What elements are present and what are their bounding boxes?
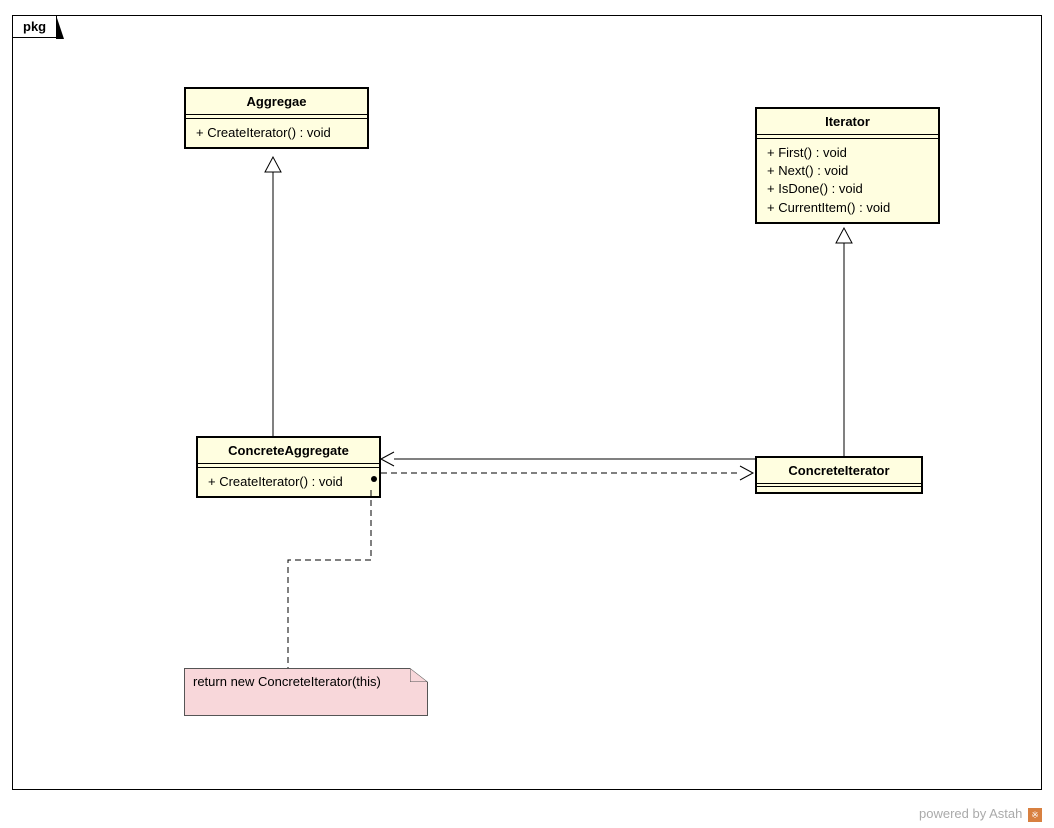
- watermark: powered by Astah ※: [919, 806, 1042, 822]
- method: + IsDone() : void: [767, 180, 928, 198]
- class-concrete-aggregate: ConcreteAggregate + CreateIterator() : v…: [196, 436, 381, 498]
- method: + CurrentItem() : void: [767, 199, 928, 217]
- watermark-text: powered by Astah: [919, 806, 1022, 821]
- astah-badge-icon: ※: [1028, 808, 1042, 822]
- class-methods: + First() : void + Next() : void + IsDon…: [757, 139, 938, 222]
- note: return new ConcreteIterator(this): [184, 668, 428, 716]
- class-title: Aggregae: [186, 89, 367, 115]
- method: + CreateIterator() : void: [196, 124, 357, 142]
- note-anchor-icon: [371, 476, 377, 482]
- method: + First() : void: [767, 144, 928, 162]
- class-concrete-iterator: ConcreteIterator: [755, 456, 923, 494]
- package-tab: pkg: [12, 15, 57, 38]
- class-title: ConcreteAggregate: [198, 438, 379, 464]
- class-title: Iterator: [757, 109, 938, 135]
- note-text: return new ConcreteIterator(this): [193, 674, 419, 689]
- method: + Next() : void: [767, 162, 928, 180]
- note-corner-cut: [410, 668, 428, 682]
- package-label: pkg: [23, 19, 46, 34]
- class-methods-section: [757, 487, 921, 492]
- class-methods: + CreateIterator() : void: [186, 119, 367, 147]
- class-methods: + CreateIterator() : void: [198, 468, 379, 496]
- class-aggregae: Aggregae + CreateIterator() : void: [184, 87, 369, 149]
- class-title: ConcreteIterator: [757, 458, 921, 484]
- class-iterator: Iterator + First() : void + Next() : voi…: [755, 107, 940, 224]
- method: + CreateIterator() : void: [208, 473, 369, 491]
